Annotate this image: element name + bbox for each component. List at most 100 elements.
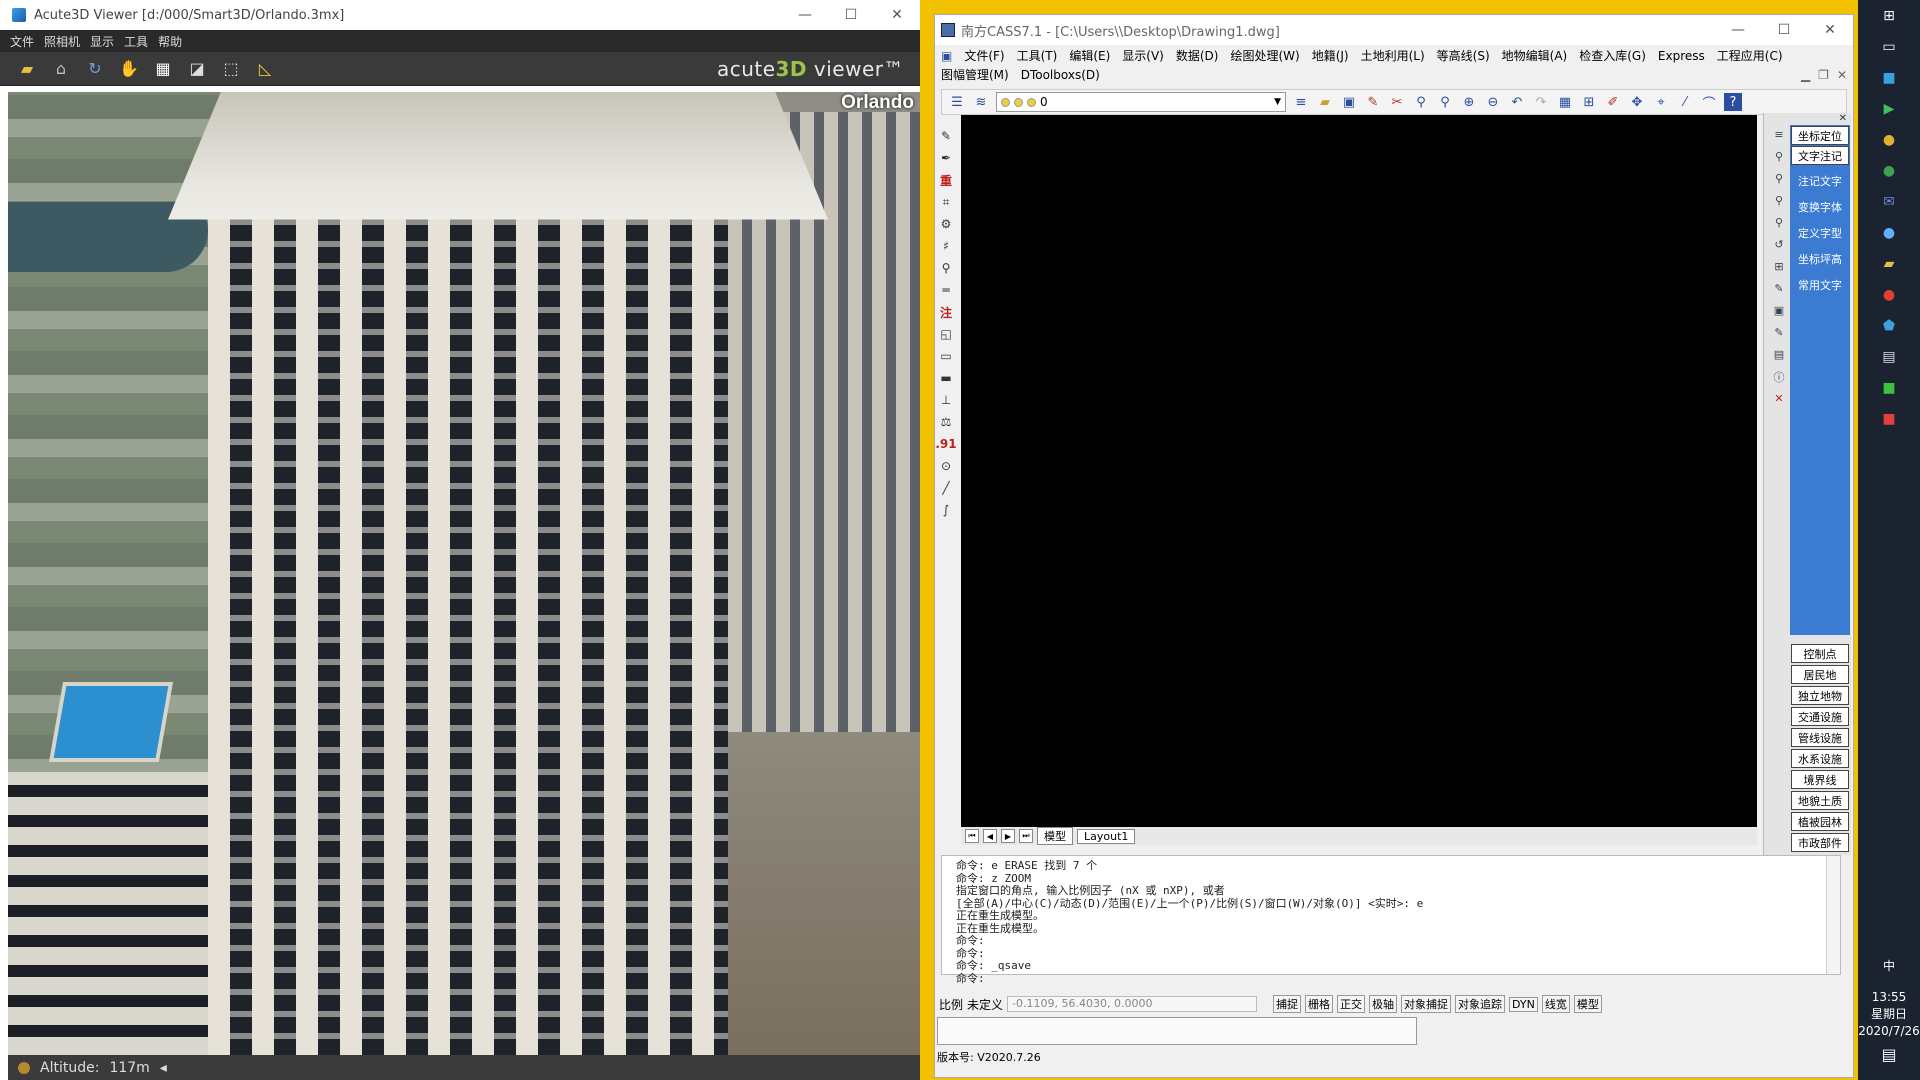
panel-tool-icon[interactable]: ↺ xyxy=(1770,235,1788,254)
panel-tool-icon[interactable]: ⚲ xyxy=(1770,147,1788,166)
altitude-arrow-icon[interactable]: ◂ xyxy=(160,1060,167,1076)
menu-item[interactable]: 地物编辑(A) xyxy=(1502,47,1568,66)
panel-tool-icon[interactable]: ⊞ xyxy=(1770,257,1788,276)
menu-item[interactable]: 绘图处理(W) xyxy=(1230,47,1299,66)
draw-icon[interactable]: ✐ xyxy=(1604,93,1622,111)
category-button[interactable]: 市政部件 xyxy=(1791,833,1849,852)
panel-tool-icon[interactable]: ✎ xyxy=(1770,323,1788,342)
wireframe-icon[interactable]: ◪ xyxy=(184,57,210,81)
doc-minimize-icon[interactable]: ▁ xyxy=(1801,66,1810,85)
panel-close-icon[interactable]: ✕ xyxy=(1839,113,1847,124)
category-button[interactable]: 植被园林 xyxy=(1791,812,1849,831)
cass-title-bar[interactable]: 南方CASS7.1 - [C:\Users\\Desktop\Drawing1.… xyxy=(935,15,1853,45)
shield-icon[interactable]: ⬟ xyxy=(1874,311,1904,341)
menu-item[interactable]: 检查入库(G) xyxy=(1579,47,1646,66)
menu-item[interactable]: DToolboxs(D) xyxy=(1021,66,1100,85)
task-view-icon[interactable]: ▭ xyxy=(1874,32,1904,62)
zoom-realtime-icon[interactable]: ⚲ xyxy=(1412,93,1430,111)
tool-icon[interactable]: ═ xyxy=(942,281,949,299)
osnap-toggle[interactable]: 对象捕捉 xyxy=(1401,995,1452,1013)
app-icon[interactable]: ▤ xyxy=(1874,342,1904,372)
menu-display[interactable]: 显示 xyxy=(90,33,114,50)
tool-icon[interactable]: ⚲ xyxy=(942,259,951,277)
menu-item[interactable]: 文件(F) xyxy=(964,47,1004,66)
ortho-toggle[interactable]: 正交 xyxy=(1337,995,1366,1013)
menu-item[interactable]: Express xyxy=(1658,47,1705,66)
minimize-button[interactable]: — xyxy=(782,0,828,30)
arc-icon[interactable]: ⌒ xyxy=(1700,93,1718,112)
prev-tab-icon[interactable]: ◀ xyxy=(983,829,997,843)
snap-toggle[interactable]: 捕捉 xyxy=(1273,995,1302,1013)
panel-tool-icon[interactable]: ⚲ xyxy=(1770,213,1788,232)
command-prompt[interactable]: 命令: xyxy=(956,972,1840,986)
delete-icon[interactable]: ✕ xyxy=(1770,389,1788,408)
tool-icon[interactable]: ✎ xyxy=(941,127,951,145)
menu-item[interactable]: 工程应用(C) xyxy=(1717,47,1783,66)
menu-item[interactable]: 显示(V) xyxy=(1122,47,1164,66)
cass-close-button[interactable]: ✕ xyxy=(1807,15,1853,45)
tool-icon[interactable]: ✒ xyxy=(941,149,951,167)
system-clock[interactable]: 中 13:55 星期日 2020/7/26 xyxy=(1858,958,1920,1040)
pencil-icon[interactable]: ✎ xyxy=(1364,93,1382,111)
layers-icon[interactable]: ☰ xyxy=(948,93,966,111)
category-button[interactable]: 地貌土质 xyxy=(1791,791,1849,810)
chrome-icon[interactable]: ● xyxy=(1874,125,1904,155)
model-toggle[interactable]: 模型 xyxy=(1573,995,1602,1013)
line-icon[interactable]: ⁄ xyxy=(1676,93,1694,111)
zoom-prev-icon[interactable]: ⊖ xyxy=(1484,93,1502,111)
notification-icon[interactable]: ▤ xyxy=(1881,1045,1896,1064)
menu-item[interactable]: 图幅管理(M) xyxy=(941,66,1009,85)
menu-item[interactable]: 地籍(J) xyxy=(1312,47,1349,66)
next-tab-icon[interactable]: ▶ xyxy=(1001,829,1015,843)
otrack-toggle[interactable]: 对象追踪 xyxy=(1455,995,1506,1013)
polar-toggle[interactable]: 极轴 xyxy=(1369,995,1398,1013)
cass-maximize-button[interactable]: ☐ xyxy=(1761,15,1807,45)
category-button[interactable]: 居民地 xyxy=(1791,665,1849,684)
orbit-icon[interactable]: ↻ xyxy=(82,57,108,81)
menu-item[interactable]: 土地利用(L) xyxy=(1361,47,1425,66)
save-icon[interactable]: ▣ xyxy=(1340,93,1358,111)
tool-icon[interactable]: 重 xyxy=(940,171,952,189)
category-button[interactable]: 独立地物 xyxy=(1791,686,1849,705)
panel-tool-icon[interactable]: ✎ xyxy=(1770,279,1788,298)
menu-camera[interactable]: 照相机 xyxy=(44,33,80,50)
tool-icon[interactable]: ▬ xyxy=(940,369,951,387)
doc-close-icon[interactable]: ✕ xyxy=(1837,66,1847,85)
panel-tool-icon[interactable]: ≡ xyxy=(1770,125,1788,144)
tool-icon[interactable]: ⚖ xyxy=(941,413,952,431)
app-icon[interactable]: ■ xyxy=(1874,373,1904,403)
tab-model[interactable]: 模型 xyxy=(1037,827,1073,845)
move-icon[interactable]: ✥ xyxy=(1628,93,1646,111)
redo-icon[interactable]: ↷ xyxy=(1532,93,1550,111)
app-icon[interactable]: ▶ xyxy=(1874,94,1904,124)
category-button[interactable]: 控制点 xyxy=(1791,644,1849,663)
info-icon[interactable]: ⓘ xyxy=(1770,367,1788,386)
tool-icon[interactable]: ⊥ xyxy=(941,391,951,409)
measure-icon[interactable]: ◺ xyxy=(252,57,278,81)
menu-item[interactable]: 工具(T) xyxy=(1017,47,1058,66)
tool-icon[interactable]: ⊙ xyxy=(941,457,951,475)
doc-icon[interactable]: ▣ xyxy=(941,47,952,66)
doc-restore-icon[interactable]: ❐ xyxy=(1818,66,1829,85)
menu-item[interactable]: 数据(D) xyxy=(1176,47,1219,66)
annotation-item[interactable]: 定义字型 xyxy=(1791,224,1849,243)
app-icon[interactable]: ● xyxy=(1874,218,1904,248)
text-annotation-button[interactable]: 文字注记 xyxy=(1791,146,1849,165)
tool-icon[interactable]: ╱ xyxy=(942,479,949,497)
panel-tool-icon[interactable]: ⚲ xyxy=(1770,191,1788,210)
command-scrollbar[interactable] xyxy=(1826,856,1840,974)
tool-icon[interactable]: ▭ xyxy=(940,347,951,365)
bounding-box-icon[interactable]: ⬚ xyxy=(218,57,244,81)
chrome-icon[interactable]: ● xyxy=(1874,156,1904,186)
help-icon[interactable]: ? xyxy=(1724,93,1742,111)
home-icon[interactable]: ⌂ xyxy=(48,57,74,81)
command-history[interactable]: 命令: e ERASE 找到 7 个 命令: z ZOOM 指定窗口的角点, 输… xyxy=(941,855,1841,984)
tool-icon[interactable]: ⌗ xyxy=(943,193,950,211)
panel-tool-icon[interactable]: ▣ xyxy=(1770,301,1788,320)
annotation-item[interactable]: 注记文字 xyxy=(1791,172,1849,191)
tab-layout1[interactable]: Layout1 xyxy=(1077,828,1136,844)
menu-item[interactable]: 等高线(S) xyxy=(1437,47,1490,66)
app-icon[interactable]: ✉ xyxy=(1874,187,1904,217)
dyn-toggle[interactable]: DYN xyxy=(1509,996,1538,1012)
checker-icon[interactable]: ▦ xyxy=(150,57,176,81)
